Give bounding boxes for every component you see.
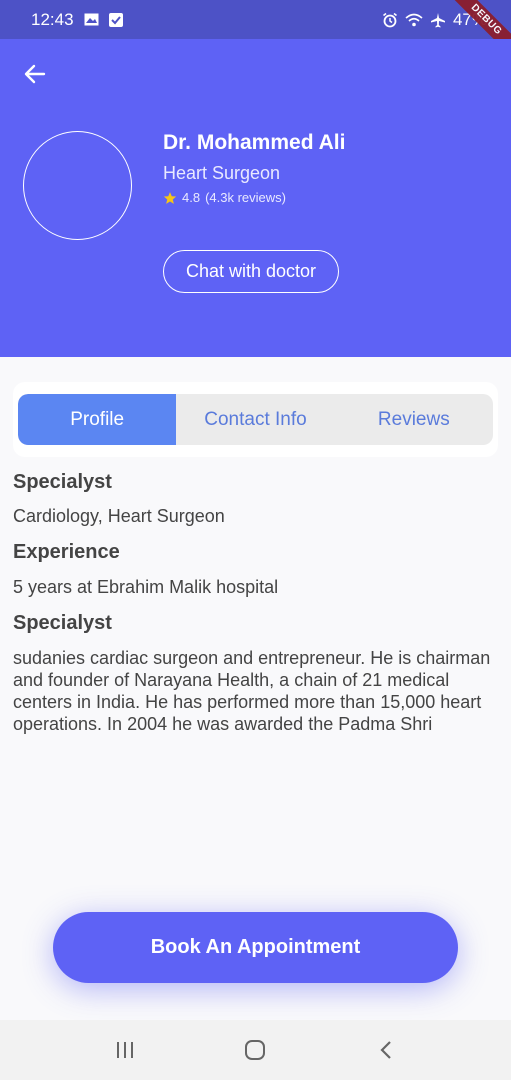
star-icon	[163, 191, 177, 204]
chat-with-doctor-button[interactable]: Chat with doctor	[163, 250, 339, 293]
doctor-name: Dr. Mohammed Ali	[163, 131, 346, 154]
doctor-header: Dr. Mohammed Ali Heart Surgeon 4.8 (4.3k…	[0, 39, 511, 357]
home-button[interactable]	[235, 1030, 275, 1070]
status-left: 12:43	[31, 10, 123, 30]
review-count: (4.3k reviews)	[205, 190, 286, 205]
section-text-experience: 5 years at Ebrahim Malik hospital	[13, 577, 279, 597]
arrow-left-icon	[24, 64, 46, 84]
doctor-avatar	[23, 131, 132, 240]
status-time: 12:43	[31, 9, 74, 29]
tab-profile[interactable]: Profile	[18, 394, 177, 445]
recent-apps-button[interactable]	[105, 1030, 145, 1070]
section-title-experience: Experience	[13, 541, 120, 563]
alarm-icon	[382, 12, 398, 28]
back-button[interactable]	[20, 59, 50, 89]
tab-bar: Profile Contact Info Reviews	[18, 394, 493, 445]
check-square-icon	[108, 12, 123, 27]
book-appointment-button[interactable]: Book An Appointment	[53, 912, 458, 983]
rating-value: 4.8	[182, 190, 201, 205]
chevron-left-icon	[380, 1041, 391, 1059]
section-text-specialty: Cardiology, Heart Surgeon	[13, 506, 225, 526]
status-bar: 12:43 47% DEBUG	[0, 0, 511, 65]
tab-contact-info[interactable]: Contact Info	[176, 394, 334, 445]
section-text-bio: sudanies cardiac surgeon and entrepreneu…	[13, 648, 491, 734]
doctor-specialty: Heart Surgeon	[163, 163, 281, 183]
recent-apps-icon	[117, 1042, 134, 1058]
system-nav-bar	[0, 1020, 511, 1080]
rating-row: 4.8 (4.3k reviews)	[163, 190, 286, 205]
section-title-specialyst: Specialyst	[13, 471, 112, 493]
tab-reviews[interactable]: Reviews	[335, 394, 493, 445]
system-back-button[interactable]	[366, 1030, 406, 1070]
home-icon	[245, 1040, 266, 1060]
wifi-icon	[405, 13, 423, 27]
section-title-bio: Specialyst	[13, 612, 112, 634]
airplane-icon	[430, 12, 446, 28]
image-icon	[84, 13, 99, 26]
